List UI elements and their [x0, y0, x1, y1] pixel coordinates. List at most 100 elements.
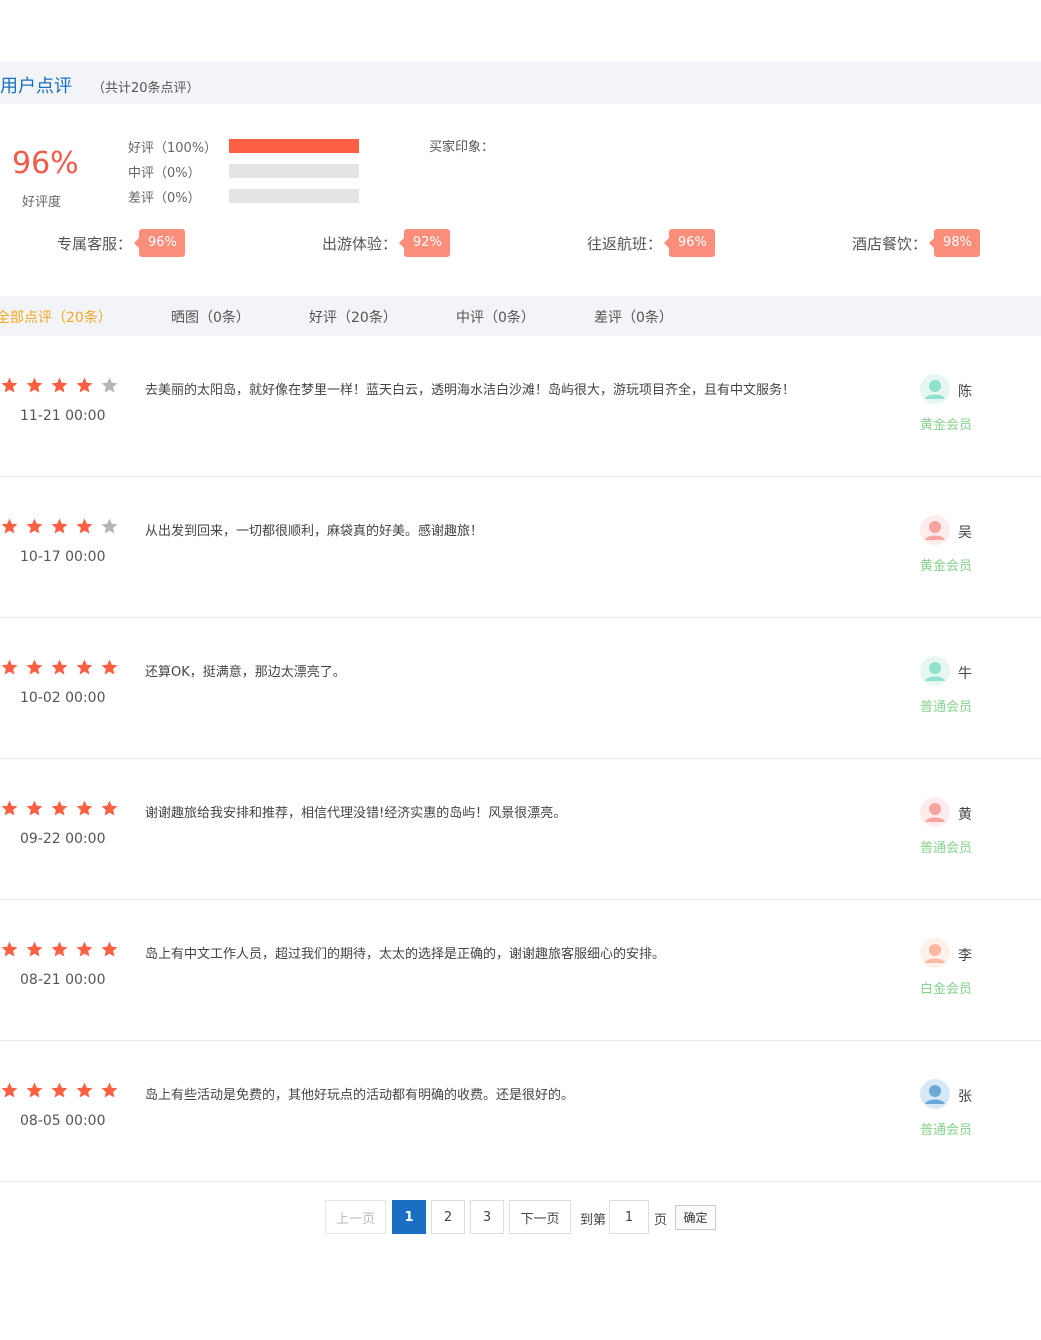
distribution-label: 好评（100%） [128, 140, 218, 156]
goto-suffix-label: 页 [654, 1213, 668, 1228]
distribution-bar [229, 189, 359, 203]
tab-positive[interactable]: 好评（20条） [309, 307, 397, 327]
star-filled-icon [0, 517, 25, 537]
star-filled-icon [25, 799, 50, 819]
review-item: 08-21 00:00 岛上有中文工作人员，超过我们的期待，太太的选择是正确的，谢… [0, 900, 1041, 1041]
score-hotel-dining: 酒店餐饮： 98% [852, 229, 980, 257]
star-filled-icon [50, 1081, 75, 1101]
star-filled-icon [0, 799, 25, 819]
star-filled-icon [50, 940, 75, 960]
star-rating [0, 376, 125, 396]
review-date: 09-22 00:00 [20, 831, 106, 847]
reviewer-name: 李 [958, 948, 972, 964]
page-button-3[interactable]: 3 [470, 1200, 504, 1234]
star-filled-icon [25, 376, 50, 396]
tab-neutral[interactable]: 中评（0条） [456, 307, 535, 327]
star-filled-icon [50, 517, 75, 537]
score-label: 酒店餐饮： [852, 234, 928, 253]
distribution-row-good: 好评（100%） [128, 137, 359, 156]
star-filled-icon [75, 799, 100, 819]
distribution-row-bad: 差评（0%） [128, 187, 359, 206]
goto-prefix-label: 到第 [580, 1213, 607, 1228]
review-date: 08-21 00:00 [20, 972, 106, 988]
avatar-blue-icon [920, 1079, 950, 1109]
star-filled-icon [100, 658, 125, 678]
goto-page-input[interactable]: 1 [609, 1200, 649, 1234]
score-customer-service: 专属客服： 96% [57, 229, 185, 257]
star-filled-icon [75, 1081, 100, 1101]
review-item: 11-21 00:00 去美丽的太阳岛，就好像在梦里一样！蓝天白云，透明海水洁白沙… [0, 336, 1041, 477]
star-filled-icon [0, 940, 25, 960]
review-item: 10-17 00:00 从出发到回来，一切都很顺利，麻袋真的好美。感谢趣旅！ 吴黄金… [0, 477, 1041, 618]
star-filled-icon [100, 1081, 125, 1101]
next-page-button[interactable]: 下一页 [509, 1200, 571, 1234]
page-title: 用户点评 [0, 76, 72, 97]
score-badge: 98% [929, 229, 980, 257]
review-text: 还算OK，挺满意，那边太漂亮了。 [145, 665, 346, 680]
member-level: 黄金会员 [920, 418, 973, 433]
page-button-2[interactable]: 2 [431, 1200, 465, 1234]
avatar-peach-icon [920, 938, 950, 968]
avatar-pink-icon [920, 797, 950, 827]
score-badge: 96% [134, 229, 185, 257]
distribution-label: 差评（0%） [128, 190, 201, 206]
star-empty-icon [100, 376, 125, 396]
star-filled-icon [100, 940, 125, 960]
member-level: 普通会员 [920, 700, 973, 715]
reviewer-name: 牛 [958, 666, 972, 682]
avatar-teal-icon [920, 656, 950, 686]
overall-rating-percent: 96% [12, 146, 79, 181]
score-label: 专属客服： [57, 234, 133, 253]
review-text: 从出发到回来，一切都很顺利，麻袋真的好美。感谢趣旅！ [145, 524, 484, 539]
star-rating [0, 517, 125, 537]
review-date: 10-17 00:00 [20, 549, 106, 565]
star-filled-icon [25, 517, 50, 537]
review-item: 09-22 00:00 谢谢趣旅给我安排和推荐，相信代理没错!经济实惠的岛屿！风景… [0, 759, 1041, 900]
member-level: 普通会员 [920, 841, 973, 856]
star-filled-icon [25, 658, 50, 678]
star-filled-icon [75, 940, 100, 960]
star-filled-icon [100, 799, 125, 819]
review-text: 谢谢趣旅给我安排和推荐，相信代理没错!经济实惠的岛屿！风景很漂亮。 [145, 806, 567, 821]
tab-negative[interactable]: 差评（0条） [594, 307, 673, 327]
tab-photos[interactable]: 晒图（0条） [171, 307, 250, 327]
review-text: 岛上有些活动是免费的，其他好玩点的活动都有明确的收费。还是很好的。 [145, 1088, 575, 1103]
star-rating [0, 799, 125, 819]
avatar-pink-icon [920, 515, 950, 545]
member-level: 黄金会员 [920, 559, 973, 574]
distribution-bar [229, 139, 359, 153]
star-rating [0, 940, 125, 960]
review-text: 去美丽的太阳岛，就好像在梦里一样！蓝天白云，透明海水洁白沙滩！岛屿很大，游玩项目… [145, 383, 796, 398]
review-count: （共计20条点评） [92, 81, 200, 96]
buyer-impression-label: 买家印象： [429, 140, 495, 155]
star-rating [0, 658, 125, 678]
star-filled-icon [25, 940, 50, 960]
tab-all-reviews[interactable]: 全部点评（20条） [0, 307, 112, 327]
score-label: 往返航班： [587, 234, 663, 253]
star-filled-icon [75, 658, 100, 678]
goto-confirm-button[interactable]: 确定 [675, 1205, 716, 1230]
page-button-1[interactable]: 1 [392, 1200, 426, 1234]
review-date: 08-05 00:00 [20, 1113, 106, 1129]
reviewer-name: 吴 [958, 525, 972, 541]
score-flights: 往返航班： 96% [587, 229, 715, 257]
distribution-bar [229, 164, 359, 178]
star-filled-icon [75, 517, 100, 537]
score-badge: 96% [664, 229, 715, 257]
star-filled-icon [25, 1081, 50, 1101]
distribution-row-neutral: 中评（0%） [128, 162, 359, 181]
distribution-bar-fill [229, 139, 359, 153]
score-travel-experience: 出游体验： 92% [322, 229, 450, 257]
overall-rating-label: 好评度 [22, 195, 62, 210]
prev-page-button[interactable]: 上一页 [325, 1200, 386, 1234]
reviewer-name: 陈 [958, 384, 972, 400]
star-empty-icon [100, 517, 125, 537]
review-date: 10-02 00:00 [20, 690, 106, 706]
review-date: 11-21 00:00 [20, 408, 106, 424]
star-filled-icon [75, 376, 100, 396]
star-filled-icon [50, 376, 75, 396]
star-filled-icon [0, 658, 25, 678]
score-badge: 92% [399, 229, 450, 257]
star-filled-icon [50, 799, 75, 819]
member-level: 白金会员 [920, 982, 973, 997]
